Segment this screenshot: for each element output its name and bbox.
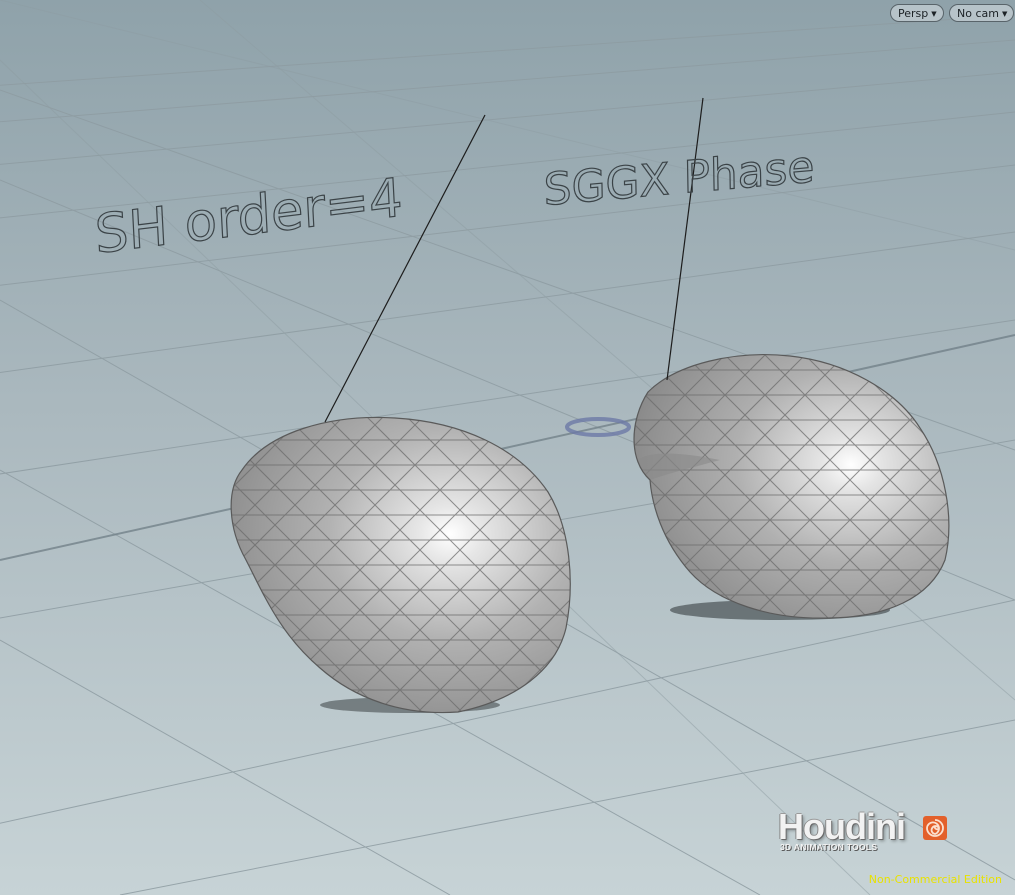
camera-select-menu-button[interactable]: No cam ▼ xyxy=(949,4,1015,22)
houdini-logo: Houdini 3D ANIMATION TOOLS xyxy=(778,808,958,858)
camera-view-menu-button[interactable]: Persp ▼ xyxy=(890,4,944,22)
chevron-down-icon: ▼ xyxy=(931,10,937,18)
logo-tagline: 3D ANIMATION TOOLS xyxy=(780,842,878,852)
camera-view-label: Persp xyxy=(898,7,929,20)
camera-select-label: No cam xyxy=(957,7,999,20)
edition-label: Non-Commercial Edition xyxy=(868,873,1002,886)
3d-viewport[interactable]: SH order=4 SGGX Phase xyxy=(0,0,1015,895)
logo-wordmark: Houdini xyxy=(778,806,906,847)
houdini-swirl-icon xyxy=(923,816,947,840)
chevron-down-icon: ▼ xyxy=(1001,10,1008,18)
